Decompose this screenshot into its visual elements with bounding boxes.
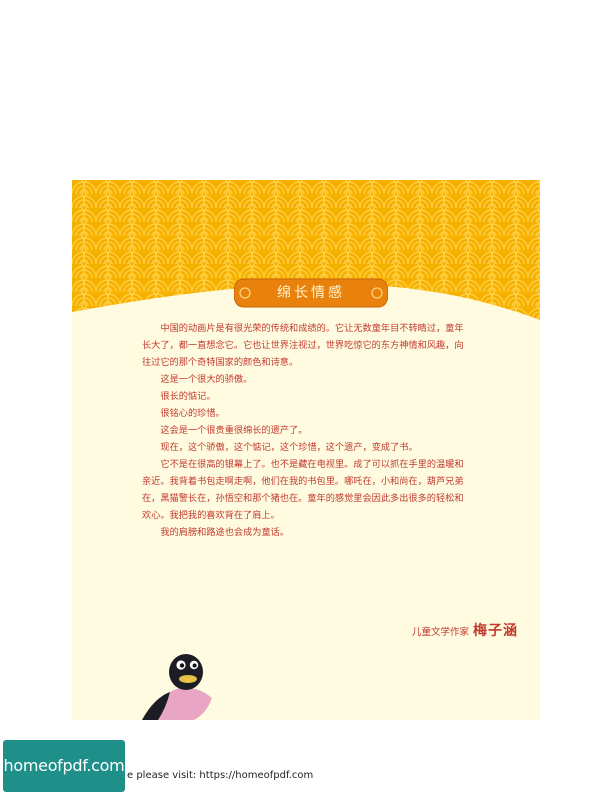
book-page: 绵长情感 中国的动画片是有很光荣的传统和成绩的。它让无数童年目不转睛过，童年长大… [72, 180, 540, 720]
visit-link-text[interactable]: e please visit: https://homeofpdf.com [127, 770, 313, 781]
paragraph: 很长的惦记。 [160, 391, 216, 402]
site-badge-logo[interactable]: homeofpdf.com [3, 740, 125, 792]
paragraph: 这会是一个很贵重很绵长的遗产了。 [160, 425, 308, 436]
paragraph: 很铭心的珍惜。 [160, 408, 225, 419]
paragraph: 中国的动画片是有很光荣的传统和成绩的。它让无数童年目不转睛过，童年长大了，都一直… [142, 323, 464, 368]
author-name: 梅子涵 [473, 623, 518, 639]
paragraph: 我的肩膀和路途也会成为童话。 [160, 527, 290, 538]
author-signature: 儿童文学作家 梅子涵 [328, 620, 518, 640]
paragraph: 这是一个很大的骄傲。 [160, 374, 253, 385]
paragraph: 它不是在很高的银幕上了。也不是藏在电视里。成了可以抓在手里的温暖和亲近。我背着书… [142, 459, 464, 521]
page-title: 绵长情感 [277, 285, 345, 301]
cartoon-bird-illustration [142, 654, 212, 720]
paragraph: 现在，这个骄傲，这个惦记，这个珍惜，这个遗产，变成了书。 [160, 442, 418, 453]
preface-body: 中国的动画片是有很光荣的传统和成绩的。它让无数童年目不转睛过，童年长大了，都一直… [142, 320, 472, 541]
author-role: 儿童文学作家 [411, 627, 469, 638]
